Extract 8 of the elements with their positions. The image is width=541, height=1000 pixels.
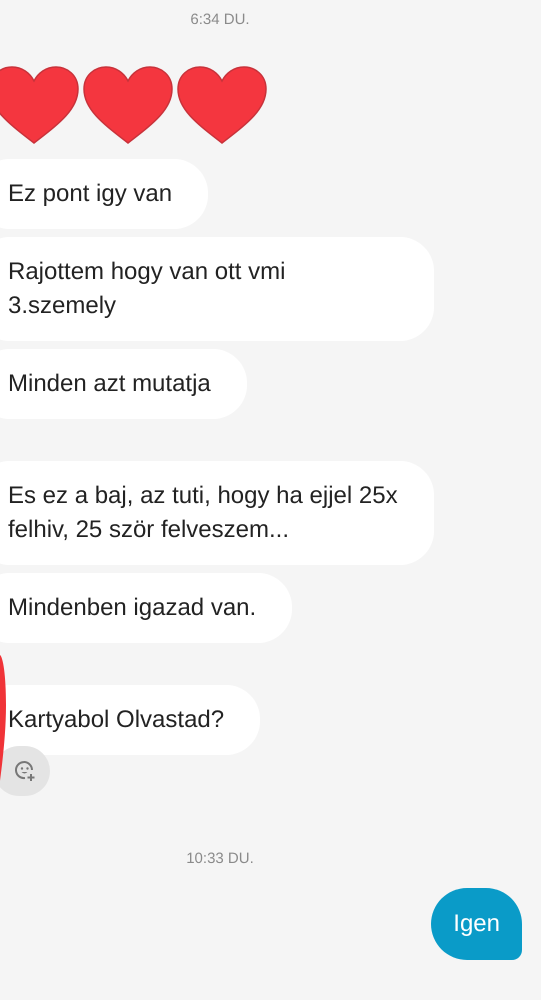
- message-bubble: Mindenben igazad van.: [0, 573, 292, 643]
- message-bubble: Igen: [431, 888, 522, 960]
- message-bubble: Ez pont igy van: [0, 159, 208, 229]
- timestamp: 6:34 DU.: [190, 11, 250, 28]
- message-bubble: Rajottem hogy van ott vmi 3.szemely: [0, 237, 434, 341]
- message-bubble: Es ez a baj, az tuti, hogy ha ejjel 25x felhiv, 25 ször felveszem...: [0, 461, 434, 565]
- message-bubble: Minden azt mutatja: [0, 349, 247, 419]
- timestamp: 10:33 DU.: [186, 850, 254, 867]
